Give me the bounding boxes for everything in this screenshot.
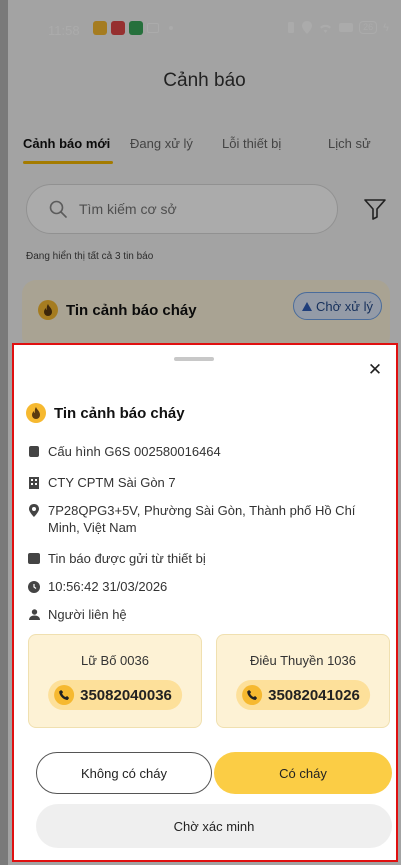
clock-icon [28,580,40,593]
time-row: 10:56:42 31/03/2026 [28,578,378,595]
device-frame-edge [0,0,8,865]
device-text: Cấu hình G6S 002580016464 [48,444,221,459]
address-row: 7P28QPG3+5V, Phường Sài Gòn, Thành phố H… [28,502,378,536]
message-icon [28,553,40,564]
device-icon [29,446,39,457]
company-row: CTY CPTM Sài Gòn 7 [28,474,378,491]
no-fire-button[interactable]: Không có cháy [36,752,212,794]
contact-card: Lữ Bố 0036 35082040036 [28,634,202,728]
phone-icon [247,690,258,700]
source-row: Tin báo được gửi từ thiết bị [28,550,378,567]
call-phone-button[interactable]: 35082041026 [236,680,370,710]
app-screen: 11:58 26 ϟ Cảnh báo Cảnh báo mới Đang xử… [8,0,401,865]
contact-name: Lữ Bố 0036 [81,653,149,668]
fire-icon [26,403,46,423]
contact-label-row: Người liên hệ [28,606,378,623]
close-icon[interactable]: ✕ [364,359,386,381]
address-text: 7P28QPG3+5V, Phường Sài Gòn, Thành phố H… [48,503,356,535]
call-phone-button[interactable]: 35082040036 [48,680,182,710]
time-text: 10:56:42 31/03/2026 [48,579,168,594]
contact-card: Điêu Thuyền 1036 35082041026 [216,634,390,728]
company-text: CTY CPTM Sài Gòn 7 [48,475,176,490]
drag-handle[interactable] [174,357,214,361]
person-icon [28,609,40,620]
building-icon [29,476,39,489]
contact-name: Điêu Thuyền 1036 [249,653,356,668]
contact-phone: 35082040036 [80,686,172,704]
alert-detail-sheet: ✕ Tin cảnh báo cháy Cấu hình G6S 0025800… [12,343,398,862]
sheet-title-text: Tin cảnh báo cháy [54,404,185,422]
pending-verify-button[interactable]: Chờ xác minh [36,804,392,848]
device-row: Cấu hình G6S 002580016464 [28,443,378,460]
sheet-title: Tin cảnh báo cháy [26,403,185,423]
contact-label: Người liên hệ [48,607,127,622]
location-pin-icon [29,504,39,517]
source-text: Tin báo được gửi từ thiết bị [48,551,206,566]
phone-icon [59,690,70,700]
fire-confirm-button[interactable]: Có cháy [214,752,392,794]
contact-phone: 35082041026 [268,686,360,704]
